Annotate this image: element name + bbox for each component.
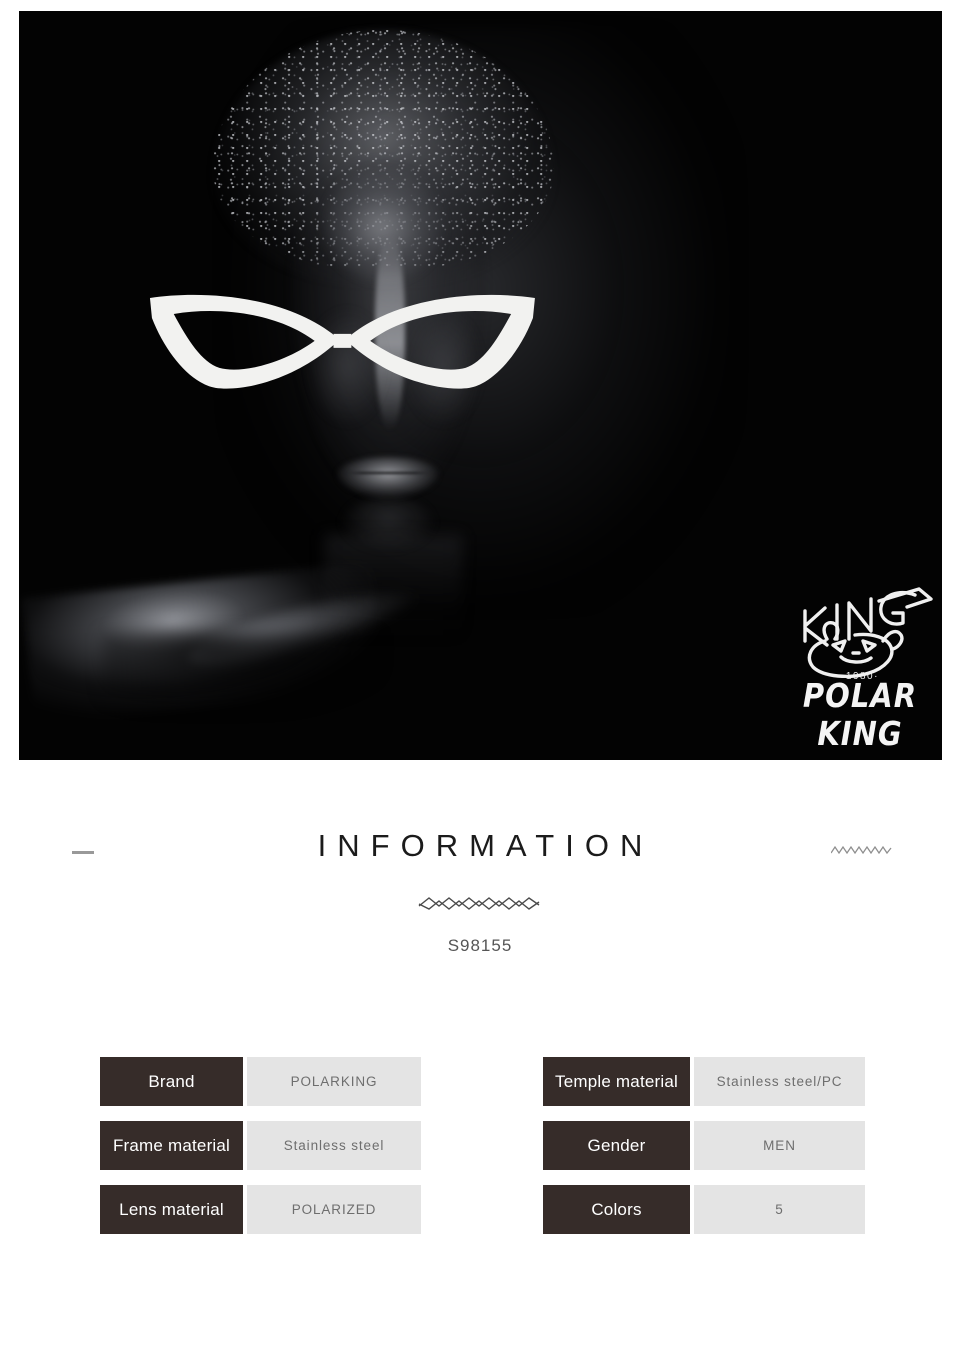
lip-line	[346, 472, 430, 475]
table-row: Brand POLARKING	[100, 1057, 421, 1106]
spec-label: Gender	[543, 1121, 690, 1170]
sunglasses-icon	[144, 284, 541, 404]
zigzag-rule-right-icon	[831, 844, 893, 856]
zigzag-divider-icon	[417, 890, 547, 912]
table-row: Lens material POLARIZED	[100, 1185, 421, 1234]
spec-column-left: Brand POLARKING Frame material Stainless…	[100, 1057, 421, 1234]
page-title: INFORMATION	[317, 828, 654, 863]
table-row: Temple material Stainless steel/PC	[543, 1057, 865, 1106]
hero-product-image: ·1980· POLAR KING	[19, 11, 942, 760]
spec-value: 5	[694, 1185, 865, 1234]
logo-wordmark: POLAR KING	[802, 676, 918, 754]
spec-value: POLARKING	[247, 1057, 421, 1106]
spec-value: MEN	[694, 1121, 865, 1170]
spec-label: Temple material	[543, 1057, 690, 1106]
spec-label: Frame material	[100, 1121, 243, 1170]
table-row: Gender MEN	[543, 1121, 865, 1170]
spec-value: POLARIZED	[247, 1185, 421, 1234]
spec-column-right: Temple material Stainless steel/PC Gende…	[543, 1057, 865, 1234]
specification-table: Brand POLARKING Frame material Stainless…	[100, 1057, 865, 1247]
spec-label: Brand	[100, 1057, 243, 1106]
spec-label: Colors	[543, 1185, 690, 1234]
spec-label: Lens material	[100, 1185, 243, 1234]
spec-value: Stainless steel/PC	[694, 1057, 865, 1106]
information-header: INFORMATION	[0, 828, 960, 880]
table-row: Colors 5	[543, 1185, 865, 1234]
polar-bear-king-mark	[803, 587, 933, 678]
brand-logo: ·1980· POLAR KING	[767, 583, 942, 753]
model-code: S98155	[447, 936, 513, 955]
table-row: Frame material Stainless steel	[100, 1121, 421, 1170]
portrait-photo: ·1980· POLAR KING	[19, 11, 942, 760]
spec-value: Stainless steel	[247, 1121, 421, 1170]
shoulder-shadow	[102, 632, 379, 708]
